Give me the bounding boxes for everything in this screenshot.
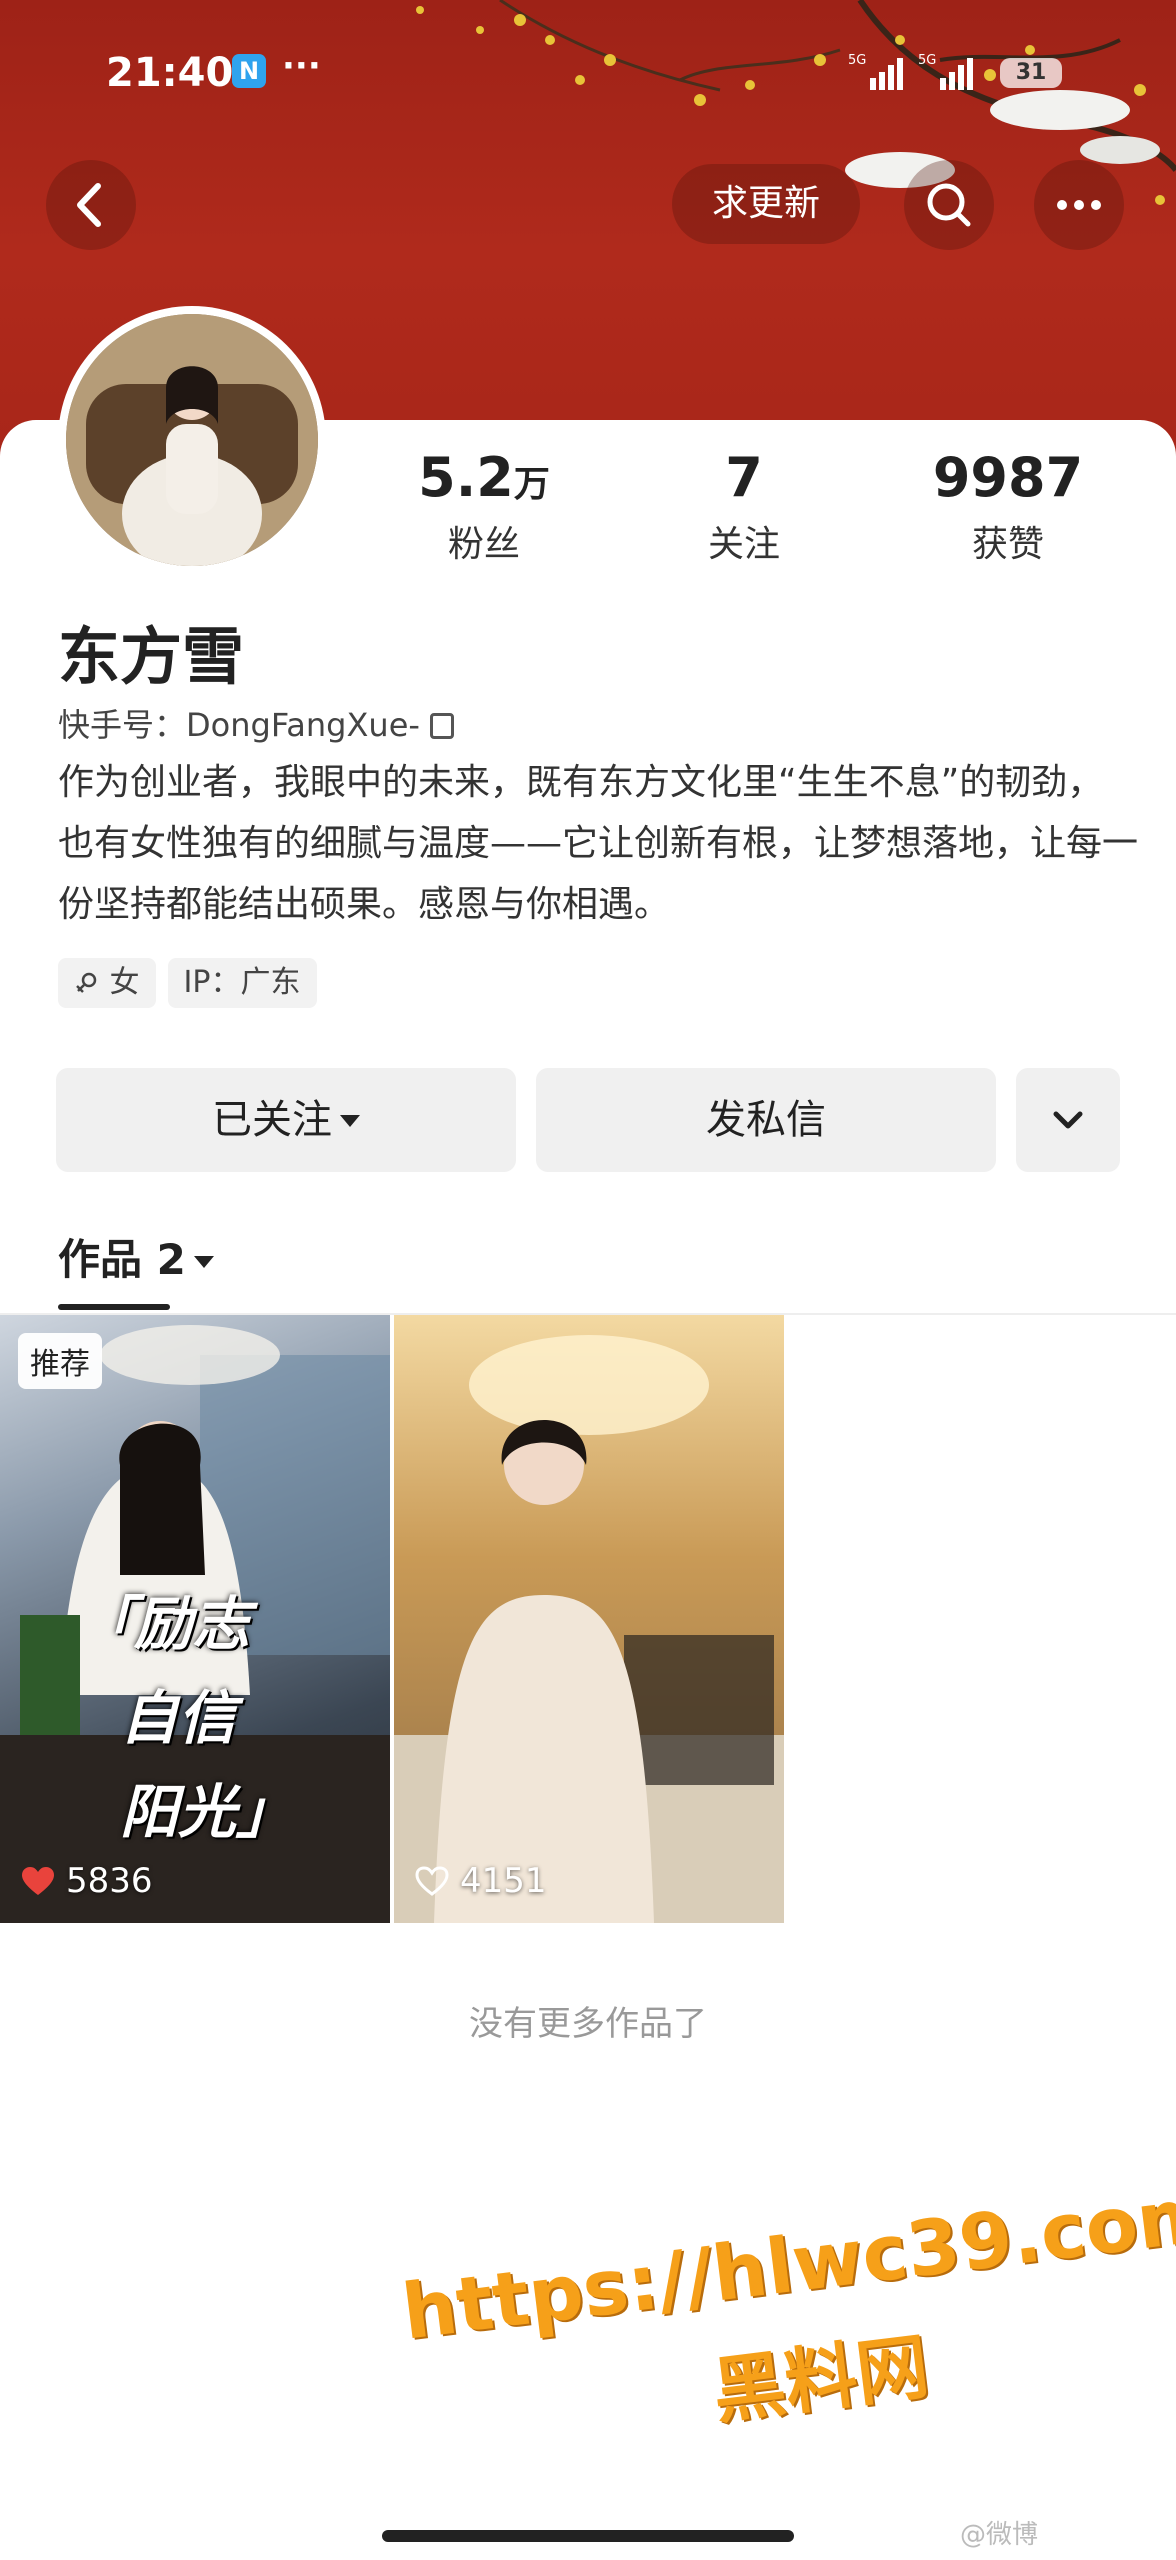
- followed-button[interactable]: 已关注: [56, 1068, 516, 1172]
- following-label: 关注: [707, 524, 780, 565]
- gender-tag: 女: [58, 958, 156, 1008]
- tab-works[interactable]: 作品 2: [58, 1226, 214, 1287]
- avatar[interactable]: [58, 306, 326, 574]
- overlay-text-line: 「励志: [76, 1590, 251, 1658]
- copy-icon[interactable]: [429, 713, 454, 739]
- work-image: [394, 1335, 784, 1923]
- svg-text:5G: 5G: [918, 53, 936, 68]
- likes-count: 9987: [932, 446, 1084, 509]
- gender-text: 女: [109, 965, 140, 1000]
- like-count: 4151: [460, 1861, 547, 1901]
- heart-outline-icon: [415, 1866, 449, 1896]
- overlay-text-line: 阳光」: [120, 1778, 295, 1846]
- work-likes: 4151: [414, 1861, 547, 1901]
- more-horizontal-icon: [1057, 200, 1101, 210]
- overlay-text-line: 自信: [120, 1684, 237, 1752]
- fans-count: 5.2: [418, 446, 514, 509]
- tab-active-indicator: [58, 1304, 170, 1310]
- fans-label: 粉丝: [447, 524, 520, 565]
- works-grid: 推荐 「励志 自信 阳光」 5836 4151: [0, 1315, 1176, 1923]
- following-count: 7: [725, 446, 763, 509]
- tab-works-label: 作品 2: [58, 1235, 186, 1284]
- heart-filled-icon: [22, 1867, 54, 1895]
- chevron-left-icon: [77, 183, 101, 227]
- signal-icon: 5G: [848, 53, 903, 90]
- likes-stat[interactable]: 9987 获赞: [878, 446, 1138, 567]
- caret-down-icon: [340, 1115, 360, 1127]
- no-more-works-text: 没有更多作品了: [469, 2004, 707, 2044]
- work-likes: 5836: [20, 1861, 153, 1901]
- fans-stat[interactable]: 5.2万 粉丝: [354, 446, 614, 567]
- request-update-button[interactable]: 求更新: [672, 164, 860, 244]
- profile-bio: 作为创业者，我眼中的未来，既有东方文化里“生生不息”的韧劲，也有女性独有的细腻与…: [58, 762, 1139, 925]
- nfc-icon: N: [232, 54, 266, 88]
- profile-actions: 已关注 发私信: [56, 1068, 1120, 1172]
- more-notifications-icon: ···: [282, 46, 321, 86]
- likes-label: 获赞: [971, 524, 1044, 565]
- work-thumbnail[interactable]: 推荐 「励志 自信 阳光」 5836: [0, 1315, 390, 1923]
- search-button[interactable]: [904, 160, 994, 250]
- svg-text:5G: 5G: [848, 53, 866, 68]
- kuaishou-id-text: 快手号：DongFangXue-: [58, 706, 420, 744]
- back-button[interactable]: [46, 160, 136, 250]
- chevron-down-icon: [1053, 1111, 1083, 1129]
- status-time: 21:40: [106, 50, 234, 96]
- status-bar: 21:40 N ··· 5G 5G 31: [0, 40, 1176, 110]
- like-count: 5836: [66, 1861, 153, 1901]
- search-icon: [927, 183, 971, 227]
- kuaishou-id[interactable]: 快手号：DongFangXue-: [58, 700, 454, 746]
- weibo-watermark: @微博: [960, 2520, 1039, 2550]
- caret-down-icon: [193, 1256, 214, 1268]
- female-icon: [76, 972, 97, 993]
- following-stat[interactable]: 7 关注: [614, 446, 874, 567]
- profile-name: 东方雪: [58, 620, 245, 693]
- send-message-button[interactable]: 发私信: [536, 1068, 996, 1172]
- more-options-button[interactable]: [1034, 160, 1124, 250]
- signal-icon-2: 5G: [918, 53, 973, 90]
- ip-tag: IP：广东: [167, 958, 317, 1008]
- expand-button[interactable]: [1016, 1068, 1120, 1172]
- work-thumbnail[interactable]: 4151: [394, 1315, 784, 1923]
- recommended-badge: 推荐: [18, 1333, 102, 1389]
- followed-label: 已关注: [212, 1097, 332, 1143]
- top-nav: 求更新: [0, 160, 1176, 250]
- profile-tags: 女 IP：广东: [58, 958, 317, 1008]
- home-indicator[interactable]: [382, 2530, 794, 2542]
- avatar-image: [66, 314, 318, 566]
- fans-unit: 万: [513, 464, 550, 505]
- battery-icon: 31: [1000, 58, 1062, 88]
